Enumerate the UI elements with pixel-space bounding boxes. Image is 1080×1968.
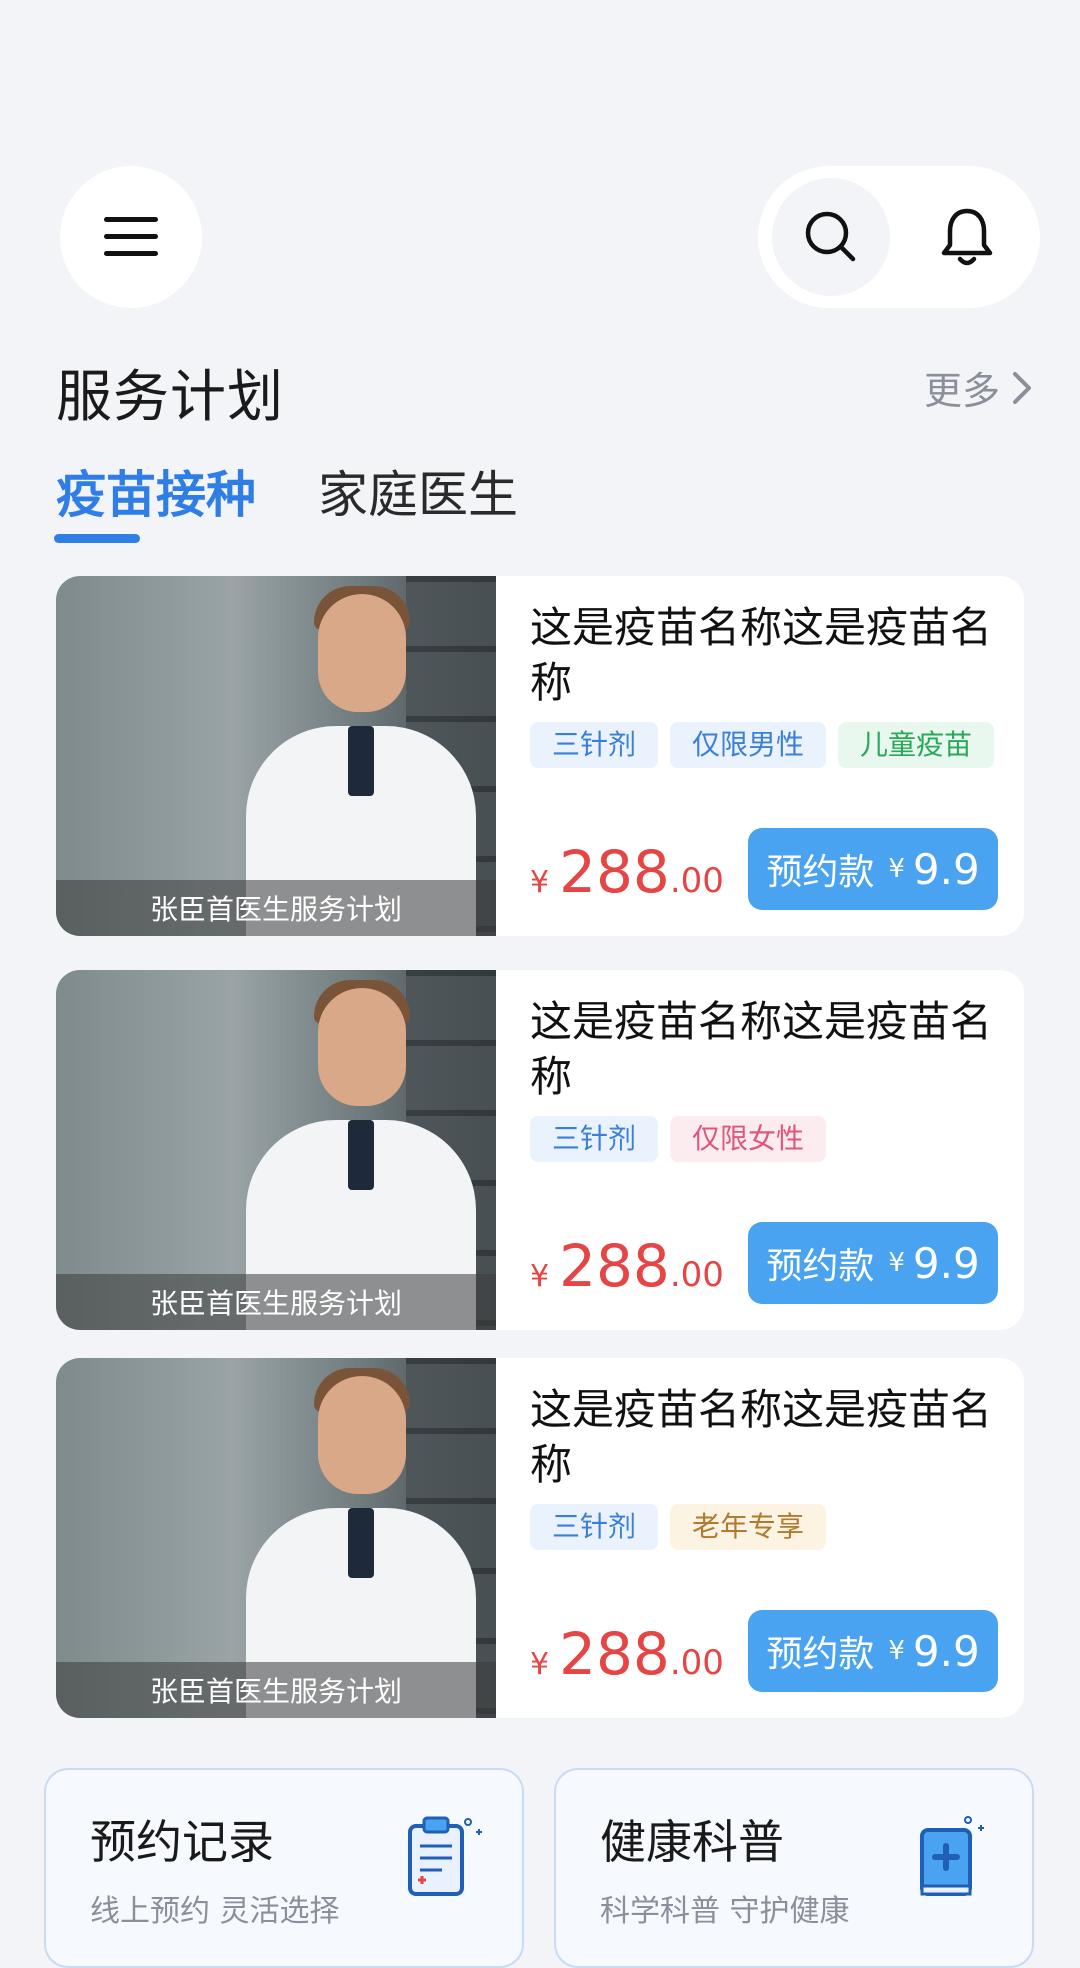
price-integer: 288 [559,838,670,906]
tag: 仅限男性 [670,722,827,768]
reserve-amount: 9.9 [912,844,980,894]
section-title: 服务计划 [56,365,284,430]
tab-family-doctor[interactable]: 家庭医生 [318,455,518,527]
chevron-right-icon [1013,371,1031,404]
card-subtitle: 线上预约 灵活选择 [90,1894,340,1929]
menu-button[interactable] [60,166,202,308]
menu-icon [104,217,158,256]
reserve-button[interactable]: 预约款 ¥ 9.9 [748,1222,998,1304]
price-currency: ¥ [530,1259,550,1294]
tag: 仅限女性 [670,1116,827,1162]
card-title: 健康科普 [600,1815,784,1869]
appointment-records-card[interactable]: 预约记录 线上预约 灵活选择 [44,1768,524,1968]
vaccine-card[interactable]: 张臣首医生服务计划 这是疫苗名称这是疫苗名称 三针剂 老年专享 ¥ 288 .0… [56,1358,1024,1718]
more-link[interactable]: 更多 [924,360,1032,415]
reserve-currency: ¥ [888,854,905,884]
tag-list: 三针剂 仅限男性 儿童疫苗 [530,722,1000,768]
photo-caption: 张臣首医生服务计划 [56,1274,496,1330]
price: ¥ 288 .00 [530,1620,724,1688]
active-tab-indicator [54,534,140,543]
health-education-card[interactable]: 健康科普 科学科普 守护健康 [554,1768,1034,1968]
price-currency: ¥ [530,1647,550,1682]
reserve-label: 预约款 [766,852,875,893]
tag-list: 三针剂 老年专享 [530,1504,1000,1550]
vaccine-name: 这是疫苗名称这是疫苗名称 [530,603,993,707]
doctor-photo: 张臣首医生服务计划 [56,1358,496,1718]
price: ¥ 288 .00 [530,1232,724,1300]
tag-list: 三针剂 仅限女性 [530,1116,1000,1162]
medical-book-icon [920,1816,984,1896]
price-currency: ¥ [530,865,550,900]
search-icon [805,211,856,262]
vaccine-card[interactable]: 张臣首医生服务计划 这是疫苗名称这是疫苗名称 三针剂 仅限女性 ¥ 288 .0… [56,970,1024,1330]
tag: 老年专享 [670,1504,827,1550]
photo-caption: 张臣首医生服务计划 [56,1662,496,1718]
header-actions [758,166,1040,308]
price-decimal: .00 [669,861,724,901]
tag: 三针剂 [530,1116,659,1162]
plan-tabs: 疫苗接种 家庭医生 [56,455,518,527]
vaccine-card[interactable]: 张臣首医生服务计划 这是疫苗名称这是疫苗名称 三针剂 仅限男性 儿童疫苗 ¥ 2… [56,576,1024,936]
vaccine-name: 这是疫苗名称这是疫苗名称 [530,997,993,1101]
reserve-label: 预约款 [766,1246,875,1287]
vaccine-name: 这是疫苗名称这是疫苗名称 [530,1385,993,1489]
tag: 三针剂 [530,1504,659,1550]
more-label: 更多 [923,369,1000,413]
price-integer: 288 [559,1232,670,1300]
tag: 儿童疫苗 [838,722,995,768]
price-decimal: .00 [669,1643,724,1683]
doctor-photo: 张臣首医生服务计划 [56,970,496,1330]
bell-icon [941,208,993,266]
card-subtitle: 科学科普 守护健康 [600,1894,850,1929]
reserve-button[interactable]: 预约款 ¥ 9.9 [748,1610,998,1692]
reserve-amount: 9.9 [912,1238,980,1288]
reserve-button[interactable]: 预约款 ¥ 9.9 [748,828,998,910]
tag: 三针剂 [530,722,659,768]
price: ¥ 288 .00 [530,838,724,906]
photo-caption: 张臣首医生服务计划 [56,880,496,936]
clipboard-icon [408,1816,482,1896]
reserve-currency: ¥ [888,1636,905,1666]
tab-vaccination[interactable]: 疫苗接种 [56,455,256,527]
price-decimal: .00 [669,1255,724,1295]
notification-button[interactable] [908,178,1026,296]
price-integer: 288 [559,1620,670,1688]
card-title: 预约记录 [90,1815,274,1869]
search-button[interactable] [772,178,890,296]
doctor-photo: 张臣首医生服务计划 [56,576,496,936]
reserve-currency: ¥ [888,1248,905,1278]
reserve-amount: 9.9 [912,1626,980,1676]
reserve-label: 预约款 [766,1634,875,1675]
